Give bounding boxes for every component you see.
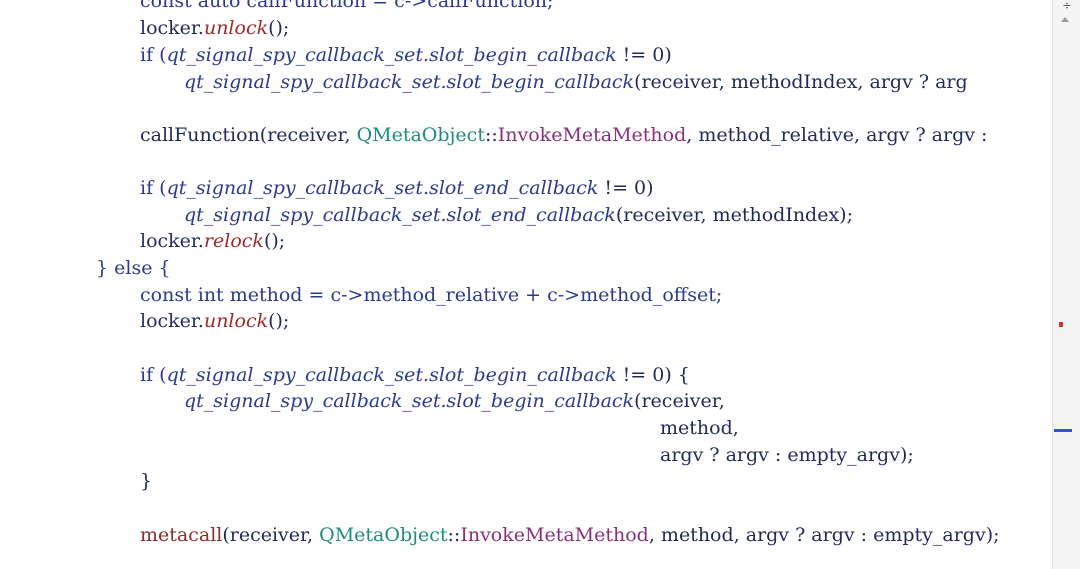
code-token: (receiver, methodIndex); xyxy=(615,204,853,226)
code-token: != 0) { xyxy=(616,364,690,386)
code-token: qt_signal_spy_callback_set.slot_end_call… xyxy=(184,204,616,226)
code-line[interactable]: locker.relock(); xyxy=(140,228,285,254)
code-token: InvokeMetaMethod xyxy=(497,124,687,146)
code-token: (); xyxy=(268,310,290,332)
code-line[interactable]: const int method = c->method_relative + … xyxy=(140,282,722,308)
code-token: QMetaObject xyxy=(356,124,485,146)
code-line[interactable]: locker.unlock(); xyxy=(140,308,289,334)
code-token: qt_signal_spy_callback_set.slot_begin_ca… xyxy=(166,364,617,386)
error-marker[interactable] xyxy=(1059,322,1063,327)
code-token: relock xyxy=(203,230,264,252)
code-token: , method, argv ? argv : empty_argv); xyxy=(648,524,1000,546)
code-token: qt_signal_spy_callback_set.slot_begin_ca… xyxy=(184,390,635,412)
code-token: locker. xyxy=(140,310,204,332)
code-token: if ( xyxy=(140,44,167,66)
code-line[interactable]: qt_signal_spy_callback_set.slot_end_call… xyxy=(184,202,853,228)
split-handle-icon[interactable]: ÷ xyxy=(1060,0,1074,12)
code-token: :: xyxy=(484,124,498,146)
code-line[interactable]: if (qt_signal_spy_callback_set.slot_begi… xyxy=(140,42,672,68)
current-position-marker[interactable] xyxy=(1054,429,1072,432)
code-line[interactable]: callFunction(receiver, QMetaObject::Invo… xyxy=(140,122,987,148)
code-line[interactable]: metacall(receiver, QMetaObject::InvokeMe… xyxy=(140,522,1000,548)
code-token: if ( xyxy=(140,364,167,386)
vertical-scrollbar[interactable]: ÷ xyxy=(1052,0,1080,569)
code-token: } else { xyxy=(96,257,171,279)
code-line[interactable]: qt_signal_spy_callback_set.slot_begin_ca… xyxy=(184,388,725,414)
code-token: QMetaObject xyxy=(319,524,448,546)
code-line[interactable]: qt_signal_spy_callback_set.slot_begin_ca… xyxy=(184,69,968,95)
code-line[interactable]: method, xyxy=(660,415,739,441)
code-editor[interactable]: const auto callFunction = c->callFunctio… xyxy=(0,0,1052,569)
code-token: qt_signal_spy_callback_set.slot_begin_ca… xyxy=(166,44,617,66)
code-line[interactable]: const auto callFunction = c->callFunctio… xyxy=(140,0,553,14)
code-token: method, xyxy=(660,417,739,439)
code-token: callFunction(receiver, xyxy=(140,124,357,146)
code-token: (receiver, xyxy=(222,524,320,546)
code-line[interactable]: argv ? argv : empty_argv); xyxy=(660,442,914,468)
code-token: const int method = c->method_relative + … xyxy=(140,284,723,306)
code-token: const auto callFunction = c->callFunctio… xyxy=(140,0,554,12)
code-token: (receiver, methodIndex, argv ? arg xyxy=(634,71,968,93)
code-token: :: xyxy=(447,524,461,546)
code-token: qt_signal_spy_callback_set.slot_begin_ca… xyxy=(184,71,635,93)
code-token: unlock xyxy=(203,310,269,332)
code-token: } xyxy=(140,470,153,492)
code-token: (); xyxy=(263,230,286,252)
code-token: , method_relative, argv ? argv : xyxy=(686,124,988,146)
code-token: (receiver, xyxy=(634,390,725,412)
code-line[interactable]: if (qt_signal_spy_callback_set.slot_end_… xyxy=(140,175,654,201)
code-line[interactable]: } else { xyxy=(96,255,171,281)
code-token: if ( xyxy=(140,177,167,199)
code-line[interactable]: if (qt_signal_spy_callback_set.slot_begi… xyxy=(140,362,690,388)
code-token: != 0) xyxy=(598,177,654,199)
code-line[interactable]: } xyxy=(140,468,152,494)
scroll-up-arrow-icon[interactable] xyxy=(1061,17,1069,22)
code-token: != 0) xyxy=(616,44,672,66)
code-token: unlock xyxy=(203,17,269,39)
code-token: metacall xyxy=(140,524,223,546)
code-token: locker. xyxy=(140,17,204,39)
code-token: (); xyxy=(268,17,290,39)
code-token: locker. xyxy=(140,230,204,252)
code-line[interactable]: locker.unlock(); xyxy=(140,15,289,41)
code-token: InvokeMetaMethod xyxy=(460,524,649,546)
code-token: argv ? argv : empty_argv); xyxy=(660,444,914,466)
code-token: qt_signal_spy_callback_set.slot_end_call… xyxy=(166,177,599,199)
